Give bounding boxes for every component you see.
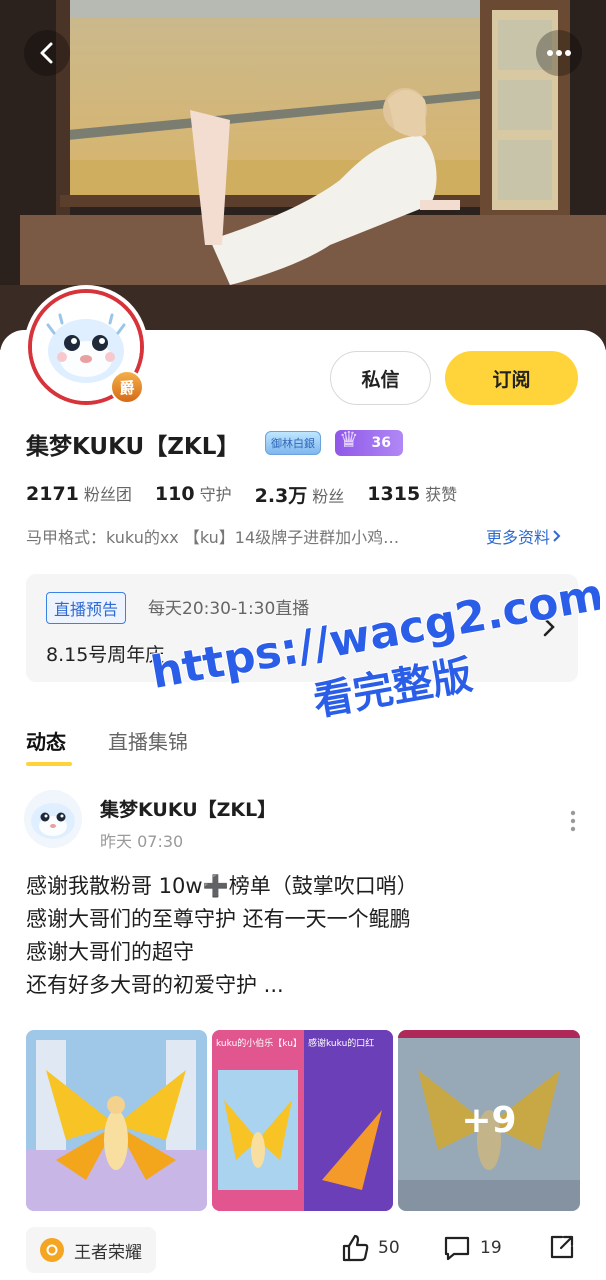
profile-name: 集梦KUKU【ZKL】 bbox=[26, 434, 240, 460]
stat-fan-club[interactable]: 2171 粉丝团 bbox=[26, 481, 132, 508]
post-image-more[interactable]: +9 bbox=[398, 1030, 580, 1211]
stat-label: 守护 bbox=[199, 485, 232, 504]
crown-icon: ♛ bbox=[339, 428, 359, 453]
subscribe-button[interactable]: 订阅 bbox=[445, 351, 578, 405]
post-text-line: 感谢大哥们的至尊守护 还有一天一个鲲鹏 bbox=[26, 907, 411, 931]
stat-label: 粉丝 bbox=[312, 487, 345, 506]
post-author-avatar[interactable] bbox=[24, 790, 82, 848]
more-info-link[interactable]: 更多资料 bbox=[486, 524, 562, 548]
live-notice-card[interactable]: 直播预告 每天20:30-1:30直播 8.15号周年庆 bbox=[26, 574, 578, 682]
game-tag-label: 王者荣耀 bbox=[74, 1242, 142, 1263]
post-text-line: 感谢我散粉哥 10w➕榜单（鼓掌吹口哨） bbox=[26, 874, 418, 898]
post-image[interactable]: kuku的小伯乐【ku】 感谢kuku的口红 bbox=[212, 1030, 393, 1211]
stat-guard[interactable]: 110 守护 bbox=[155, 481, 232, 508]
bio-row: 马甲格式：kuku的xx 【ku】14级牌子进群加小鸡… 更多资料 bbox=[26, 524, 582, 548]
stat-likes: 1315 获赞 bbox=[367, 481, 457, 508]
more-dots-icon bbox=[547, 50, 571, 56]
comment-button[interactable]: 19 bbox=[442, 1233, 502, 1263]
bio-text: 马甲格式：kuku的xx 【ku】14级牌子进群加小鸡… bbox=[26, 528, 400, 547]
fan-level-number: 36 bbox=[371, 435, 391, 451]
more-images-count: +9 bbox=[398, 1030, 580, 1211]
overlay-caption: 感谢kuku的口红 bbox=[308, 1037, 374, 1049]
pufferfish-avatar-icon bbox=[31, 803, 75, 839]
chevron-left-icon bbox=[40, 42, 53, 64]
stat-label: 获赞 bbox=[425, 485, 458, 504]
stat-label: 粉丝团 bbox=[83, 485, 132, 504]
back-button[interactable] bbox=[24, 30, 70, 76]
stat-value: 2.3万 bbox=[254, 485, 308, 507]
comment-icon bbox=[444, 1236, 470, 1261]
profile-stats: 2171 粉丝团 110 守护 2.3万 粉丝 1315 获赞 bbox=[26, 481, 480, 508]
content-tabs: 动态 直播集锦 bbox=[26, 726, 230, 766]
game-logo-icon bbox=[40, 1238, 64, 1262]
more-button[interactable] bbox=[536, 30, 582, 76]
message-button[interactable]: 私信 bbox=[330, 351, 431, 405]
tab-posts[interactable]: 动态 bbox=[26, 726, 72, 766]
rank-badge: 爵 bbox=[110, 370, 144, 404]
post-image-grid: kuku的小伯乐【ku】 感谢kuku的口红 +9 bbox=[26, 1030, 580, 1211]
stat-followers[interactable]: 2.3万 粉丝 bbox=[255, 481, 345, 508]
post-text-line: 还有好多大哥的初爱守护 ... bbox=[26, 973, 284, 997]
wealth-level-badge: 御林白銀 bbox=[265, 431, 321, 455]
post-image[interactable] bbox=[26, 1030, 207, 1211]
like-button[interactable]: 50 bbox=[340, 1233, 400, 1263]
live-notice-title: 8.15号周年庆 bbox=[46, 644, 165, 666]
chevron-right-icon bbox=[543, 617, 555, 637]
chevron-right-icon bbox=[553, 530, 561, 542]
stat-value: 1315 bbox=[367, 483, 421, 505]
live-notice-tag: 直播预告 bbox=[46, 592, 127, 624]
more-info-label: 更多资料 bbox=[486, 528, 551, 547]
vertical-dots-icon bbox=[570, 810, 576, 832]
post-body[interactable]: 感谢我散粉哥 10w➕榜单（鼓掌吹口哨） 感谢大哥们的至尊守护 还有一天一个鲲鹏… bbox=[26, 870, 586, 1002]
fan-level-badge: ♛ 36 bbox=[335, 428, 403, 456]
comment-count: 19 bbox=[480, 1238, 502, 1258]
post-menu-button[interactable] bbox=[570, 810, 576, 836]
stat-value: 110 bbox=[154, 483, 195, 505]
thumbs-up-icon bbox=[342, 1234, 369, 1262]
stat-value: 2171 bbox=[26, 483, 79, 505]
overlay-caption: kuku的小伯乐【ku】 bbox=[216, 1037, 302, 1049]
share-icon bbox=[550, 1235, 574, 1259]
like-count: 50 bbox=[378, 1238, 400, 1258]
game-tag-chip[interactable]: 王者荣耀 bbox=[26, 1227, 156, 1273]
post-timestamp: 昨天 07:30 bbox=[100, 832, 184, 851]
tab-highlights[interactable]: 直播集锦 bbox=[108, 726, 188, 755]
post-author-name[interactable]: 集梦KUKU【ZKL】 bbox=[100, 795, 276, 822]
post-text-line: 感谢大哥们的超守 bbox=[26, 940, 194, 964]
live-schedule: 每天20:30-1:30直播 bbox=[148, 599, 310, 619]
share-button[interactable] bbox=[548, 1233, 584, 1261]
